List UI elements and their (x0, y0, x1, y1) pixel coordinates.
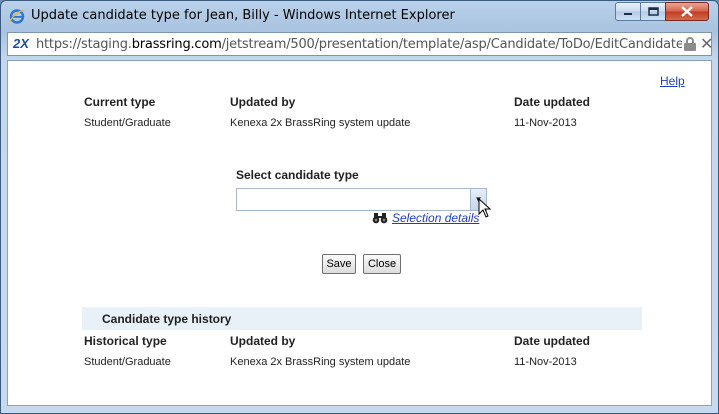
minimize-button[interactable] (615, 2, 641, 21)
current-type-header: Current type (84, 95, 156, 109)
historical-type-header: Historical type (84, 334, 167, 348)
browser-window: Update candidate type for Jean, Billy - … (0, 0, 719, 414)
url-host: brassring.com (131, 37, 222, 52)
minimize-icon (624, 12, 632, 15)
candidate-type-select[interactable]: ▼ (236, 188, 487, 211)
page-content: Help Current type Updated by Date update… (7, 60, 712, 406)
address-bar[interactable]: 2X https://staging.brassring.com/jetstre… (7, 32, 713, 56)
history-section-header: Candidate type history (82, 307, 642, 330)
help-link[interactable]: Help (660, 74, 685, 88)
cursor-icon (478, 198, 492, 218)
maximize-button[interactable] (640, 2, 666, 21)
updated-by-header: Updated by (230, 95, 296, 109)
url-text[interactable]: https://staging.brassring.com/jetstream/… (36, 37, 682, 52)
maximize-icon (647, 7, 659, 16)
ie-icon (9, 9, 25, 24)
history-title: Candidate type history (102, 312, 232, 326)
save-button[interactable]: Save (322, 254, 356, 274)
current-date-value: 11-Nov-2013 (514, 117, 577, 129)
select-candidate-type-label: Select candidate type (236, 168, 359, 182)
close-window-button[interactable] (665, 2, 709, 21)
close-icon (681, 6, 693, 17)
close-button[interactable]: Close (363, 254, 401, 274)
url-prefix: https://staging. (36, 37, 132, 52)
window-title: Update candidate type for Jean, Billy - … (31, 8, 455, 23)
history-updated-by-header: Updated by (230, 334, 296, 348)
site-logo: 2X (13, 36, 29, 51)
selection-details-link[interactable]: Selection details (392, 211, 479, 225)
current-type-value: Student/Graduate (84, 117, 171, 129)
history-date-header: Date updated (514, 334, 591, 348)
address-close-icon[interactable]: ✕ (700, 34, 713, 54)
history-date-value: 11-Nov-2013 (514, 356, 577, 368)
current-updated-by-value: Kenexa 2x BrassRing system update (230, 117, 411, 129)
date-updated-header: Date updated (514, 95, 591, 109)
history-updated-by-value: Kenexa 2x BrassRing system update (230, 356, 411, 368)
url-rest: /jetstream/500/presentation/template/asp… (221, 37, 682, 52)
history-type-value: Student/Graduate (84, 356, 171, 368)
lock-icon[interactable] (684, 37, 696, 51)
binoculars-icon (372, 213, 388, 224)
title-bar[interactable]: Update candidate type for Jean, Billy - … (1, 1, 718, 31)
